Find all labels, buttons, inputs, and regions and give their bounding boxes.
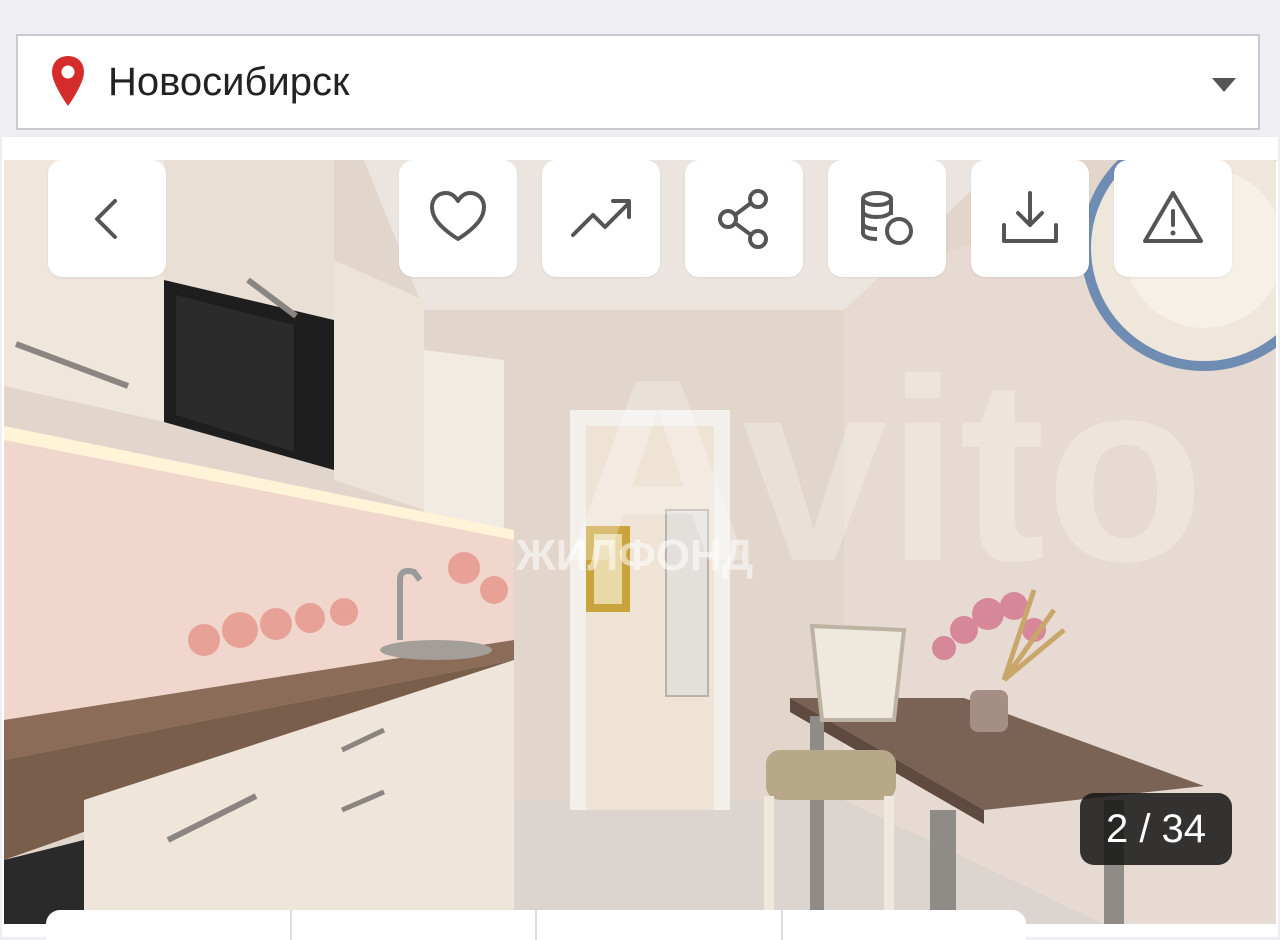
back-button[interactable] xyxy=(48,160,166,277)
price-history-button[interactable] xyxy=(542,160,660,277)
chevron-down-icon[interactable] xyxy=(1212,78,1236,92)
report-button[interactable] xyxy=(1114,160,1232,277)
bottom-tab[interactable] xyxy=(46,910,292,940)
heart-icon xyxy=(430,190,486,241)
chevron-left-icon xyxy=(95,198,117,239)
warning-icon xyxy=(1143,190,1203,243)
bottom-tab[interactable] xyxy=(537,910,783,940)
city-name: Новосибирск xyxy=(108,60,350,104)
share-button[interactable] xyxy=(685,160,803,277)
share-icon xyxy=(718,188,768,249)
download-icon xyxy=(1002,190,1058,243)
download-button[interactable] xyxy=(971,160,1089,277)
map-pin-icon xyxy=(52,56,84,106)
trend-up-icon xyxy=(571,198,631,237)
mortgage-button[interactable] xyxy=(828,160,946,277)
bottom-tab[interactable] xyxy=(292,910,537,940)
bottom-tabs[interactable] xyxy=(46,910,1026,940)
bottom-tab[interactable] xyxy=(783,910,1027,940)
photo-counter: 2 / 34 xyxy=(1080,793,1232,865)
coins-icon xyxy=(861,190,913,245)
city-selector[interactable]: Новосибирск xyxy=(16,34,1260,130)
watermark-sub: ЖИЛФОНД xyxy=(515,531,753,580)
favorite-button[interactable] xyxy=(399,160,517,277)
